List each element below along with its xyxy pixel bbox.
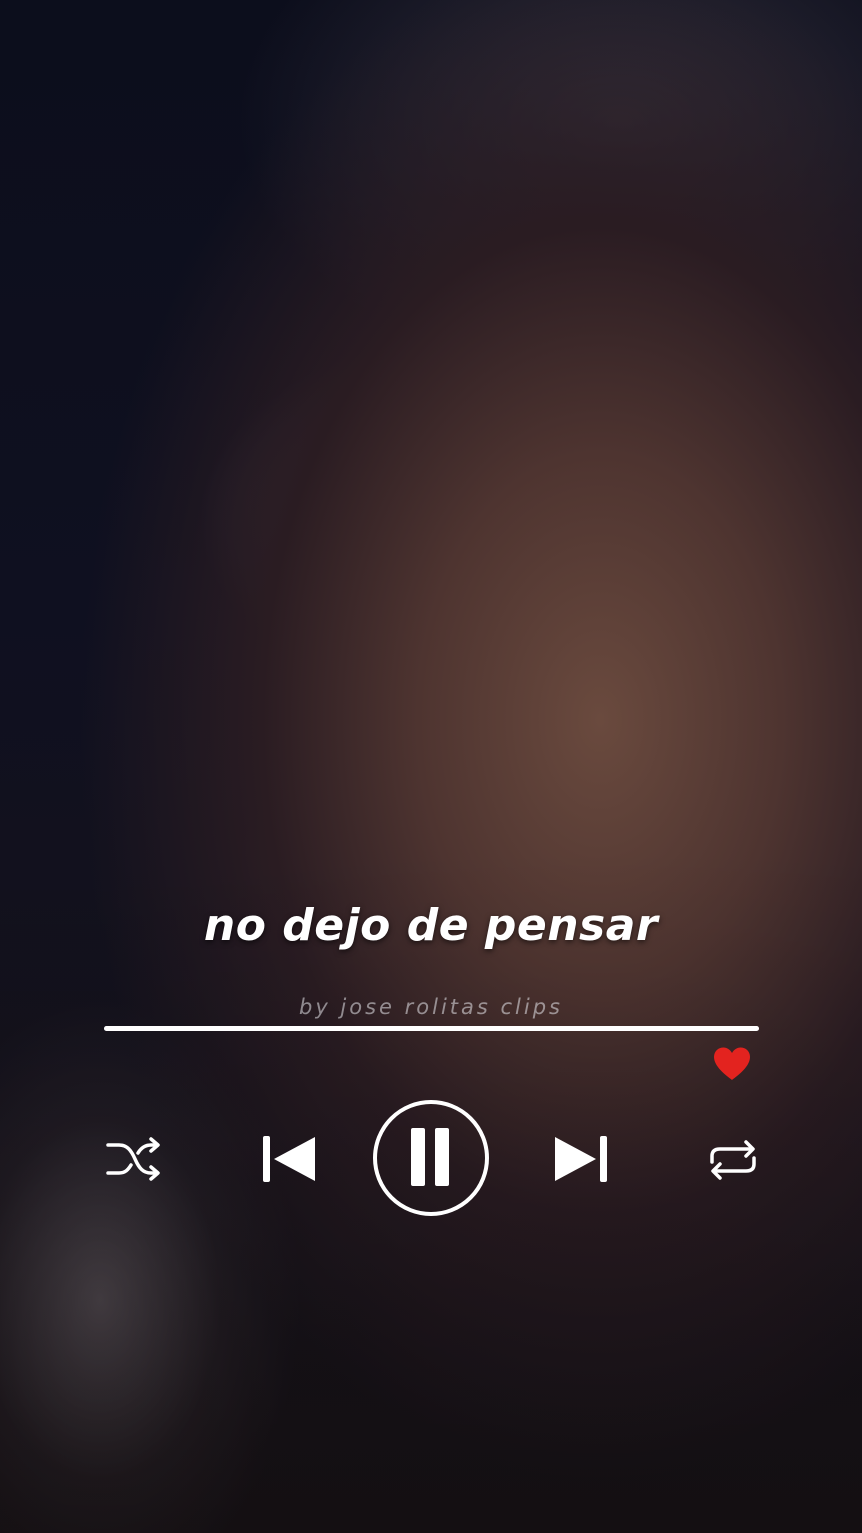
heart-icon[interactable] [712,1046,752,1082]
progress-bar[interactable] [104,1026,759,1031]
credit-text: by jose rolitas clips [298,995,563,1019]
progress-fill [104,1026,759,1031]
video-background: no dejo de pensar by jose rolitas clips [0,0,862,1533]
shuffle-icon[interactable] [105,1136,163,1182]
lyric-text: no dejo de pensar [203,900,659,951]
background-shade [0,0,862,1533]
skip-next-icon[interactable] [552,1133,610,1185]
pause-button[interactable] [371,1098,491,1218]
skip-previous-icon[interactable] [260,1133,318,1185]
pause-icon [411,1128,449,1186]
repeat-icon[interactable] [706,1138,760,1182]
